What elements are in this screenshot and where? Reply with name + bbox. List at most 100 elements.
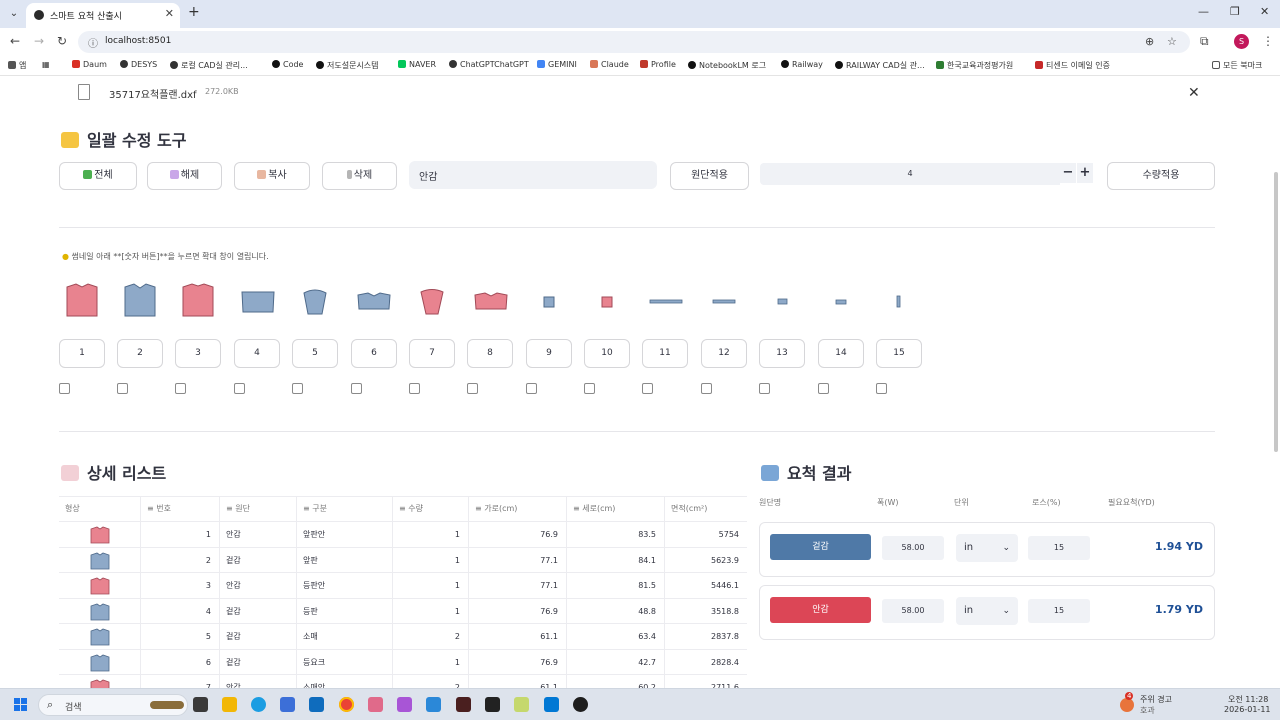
cell-qty[interactable]: 1 [393,573,469,598]
zoom-icon[interactable]: ⊕ [1145,35,1154,48]
loss-input[interactable]: 15 [1028,599,1090,623]
column-header[interactable]: 형상 [59,497,141,521]
loss-input[interactable]: 15 [1028,536,1090,560]
cell-h[interactable]: 63.4 [567,624,665,649]
file-explorer-icon[interactable] [222,697,237,712]
cell-no[interactable]: 4 [141,598,220,624]
piece-button-7[interactable]: 7 [409,339,455,368]
page-scrollbar[interactable] [1274,172,1278,452]
cell-no[interactable]: 2 [141,547,220,573]
cell-h[interactable]: 81.5 [567,573,665,598]
piece-button-3[interactable]: 3 [175,339,221,368]
cell-area[interactable]: 2837.8 [665,624,747,649]
cell-fabric[interactable]: 안감 [220,573,297,598]
cell-area[interactable]: 5623.9 [665,548,747,573]
apply-quantity-button[interactable]: 수량적용 [1107,162,1215,190]
cell-part[interactable]: 등판 [297,598,393,624]
piece-button-13[interactable]: 13 [759,339,805,368]
cell-qty[interactable]: 1 [393,649,469,675]
cell-w[interactable]: 61.1 [469,675,567,688]
bookmark-kice[interactable]: 한국교육과정평가원 [936,60,1013,71]
menu-dots-icon[interactable]: ⋮ [1262,34,1274,48]
tab-list-icon[interactable]: ⌄ [6,6,22,22]
select-all-button[interactable]: 전체 [59,162,137,190]
bookmark-notebooklm[interactable]: NotebookLM 로그 [688,60,766,71]
cell-fabric[interactable]: 겉감 [220,598,297,624]
cell-area[interactable]: 5446.1 [665,573,747,598]
bookmark-desys[interactable]: DESYS [120,60,157,69]
cell-qty[interactable]: 1 [393,598,469,624]
cell-part[interactable]: 앞판 [297,547,393,573]
bookmark-cad[interactable]: 로컬 CAD실 관리... [170,60,248,71]
cell-part[interactable]: 등요크 [297,649,393,675]
cell-no[interactable]: 6 [141,649,220,675]
deselect-button[interactable]: 해제 [147,162,222,190]
cell-w[interactable]: 61.1 [469,624,567,649]
app-icon-purple[interactable] [397,697,412,712]
new-tab-icon[interactable]: + [188,4,200,20]
column-header[interactable]: ≡ 원단 [220,497,297,521]
column-header[interactable]: ≡ 세로(cm) [567,497,665,521]
cell-w[interactable]: 77.1 [469,573,567,598]
bookmark-profile[interactable]: Profile [640,60,676,69]
cell-part[interactable]: 앞판안 [297,522,393,547]
bookmark-railway[interactable]: Railway [781,60,823,69]
column-header[interactable]: ≡ 수량 [393,497,469,521]
increment-icon[interactable]: + [1077,163,1093,183]
cell-part[interactable]: 소매 [297,624,393,649]
cell-w[interactable]: 76.9 [469,598,567,624]
window-close-icon[interactable]: ✕ [1260,5,1269,18]
weather-alert-icon[interactable] [1120,698,1134,712]
fabric-name-button[interactable]: 안감 [770,597,871,623]
cell-h[interactable]: 83.5 [567,522,665,547]
forward-icon[interactable]: → [34,34,44,48]
bookmark-all[interactable]: 모든 북마크 [1212,60,1262,71]
piece-button-14[interactable]: 14 [818,339,864,368]
cell-h[interactable]: 60.2 [567,675,665,688]
back-icon[interactable]: ← [10,34,20,48]
piece-checkbox-3[interactable] [175,383,186,394]
browser-tab[interactable]: 스마트 요척 산출시 ✕ [26,3,180,28]
unit-select[interactable]: in ⌄ [956,534,1018,562]
piece-checkbox-11[interactable] [642,383,653,394]
app-icon-github[interactable] [573,697,588,712]
table-row[interactable]: 1 안감 앞판안 1 76.9 83.5 5754 [59,521,747,547]
app-icon-yellowgreen[interactable] [514,697,529,712]
piece-checkbox-7[interactable] [409,383,420,394]
table-row[interactable]: 7 안감 소매안 2 61.1 60.2 2711.6 [59,674,747,688]
app-icon-black[interactable] [485,697,500,712]
reload-icon[interactable]: ↻ [57,34,67,48]
bookmark-email[interactable]: 티센드 이메일 인증 [1035,60,1110,71]
task-view-icon[interactable] [193,697,208,712]
bookmark-railway-cad[interactable]: RAILWAY CAD실 관... [835,60,925,71]
piece-checkbox-13[interactable] [759,383,770,394]
bookmark-apps[interactable]: 앱 [8,60,26,71]
tab-close-icon[interactable]: ✕ [165,7,174,20]
cell-qty[interactable]: 1 [393,522,469,547]
cell-no[interactable]: 3 [141,573,220,598]
fabric-name-button[interactable]: 겉감 [770,534,871,560]
piece-button-5[interactable]: 5 [292,339,338,368]
restore-icon[interactable]: ❐ [1230,5,1240,18]
piece-checkbox-2[interactable] [117,383,128,394]
piece-button-8[interactable]: 8 [467,339,513,368]
app-icon-blue[interactable] [426,697,441,712]
piece-button-6[interactable]: 6 [351,339,397,368]
cell-fabric[interactable]: 겉감 [220,624,297,649]
piece-checkbox-8[interactable] [467,383,478,394]
piece-checkbox-15[interactable] [876,383,887,394]
bookmark-code[interactable]: Code [272,60,303,69]
column-header[interactable]: ≡ 가로(cm) [469,497,567,521]
piece-button-9[interactable]: 9 [526,339,572,368]
table-row[interactable]: 2 겉감 앞판 1 77.1 84.1 5623.9 [59,546,747,573]
cell-no[interactable]: 7 [141,675,220,688]
piece-checkbox-14[interactable] [818,383,829,394]
cell-w[interactable]: 77.1 [469,547,567,573]
cell-part[interactable]: 등판안 [297,573,393,598]
piece-checkbox-4[interactable] [234,383,245,394]
profile-avatar[interactable]: S [1234,34,1249,49]
piece-checkbox-9[interactable] [526,383,537,394]
width-input[interactable]: 58.00 [882,599,944,623]
cell-qty[interactable]: 2 [393,675,469,688]
cell-area[interactable]: 2828.4 [665,650,747,675]
